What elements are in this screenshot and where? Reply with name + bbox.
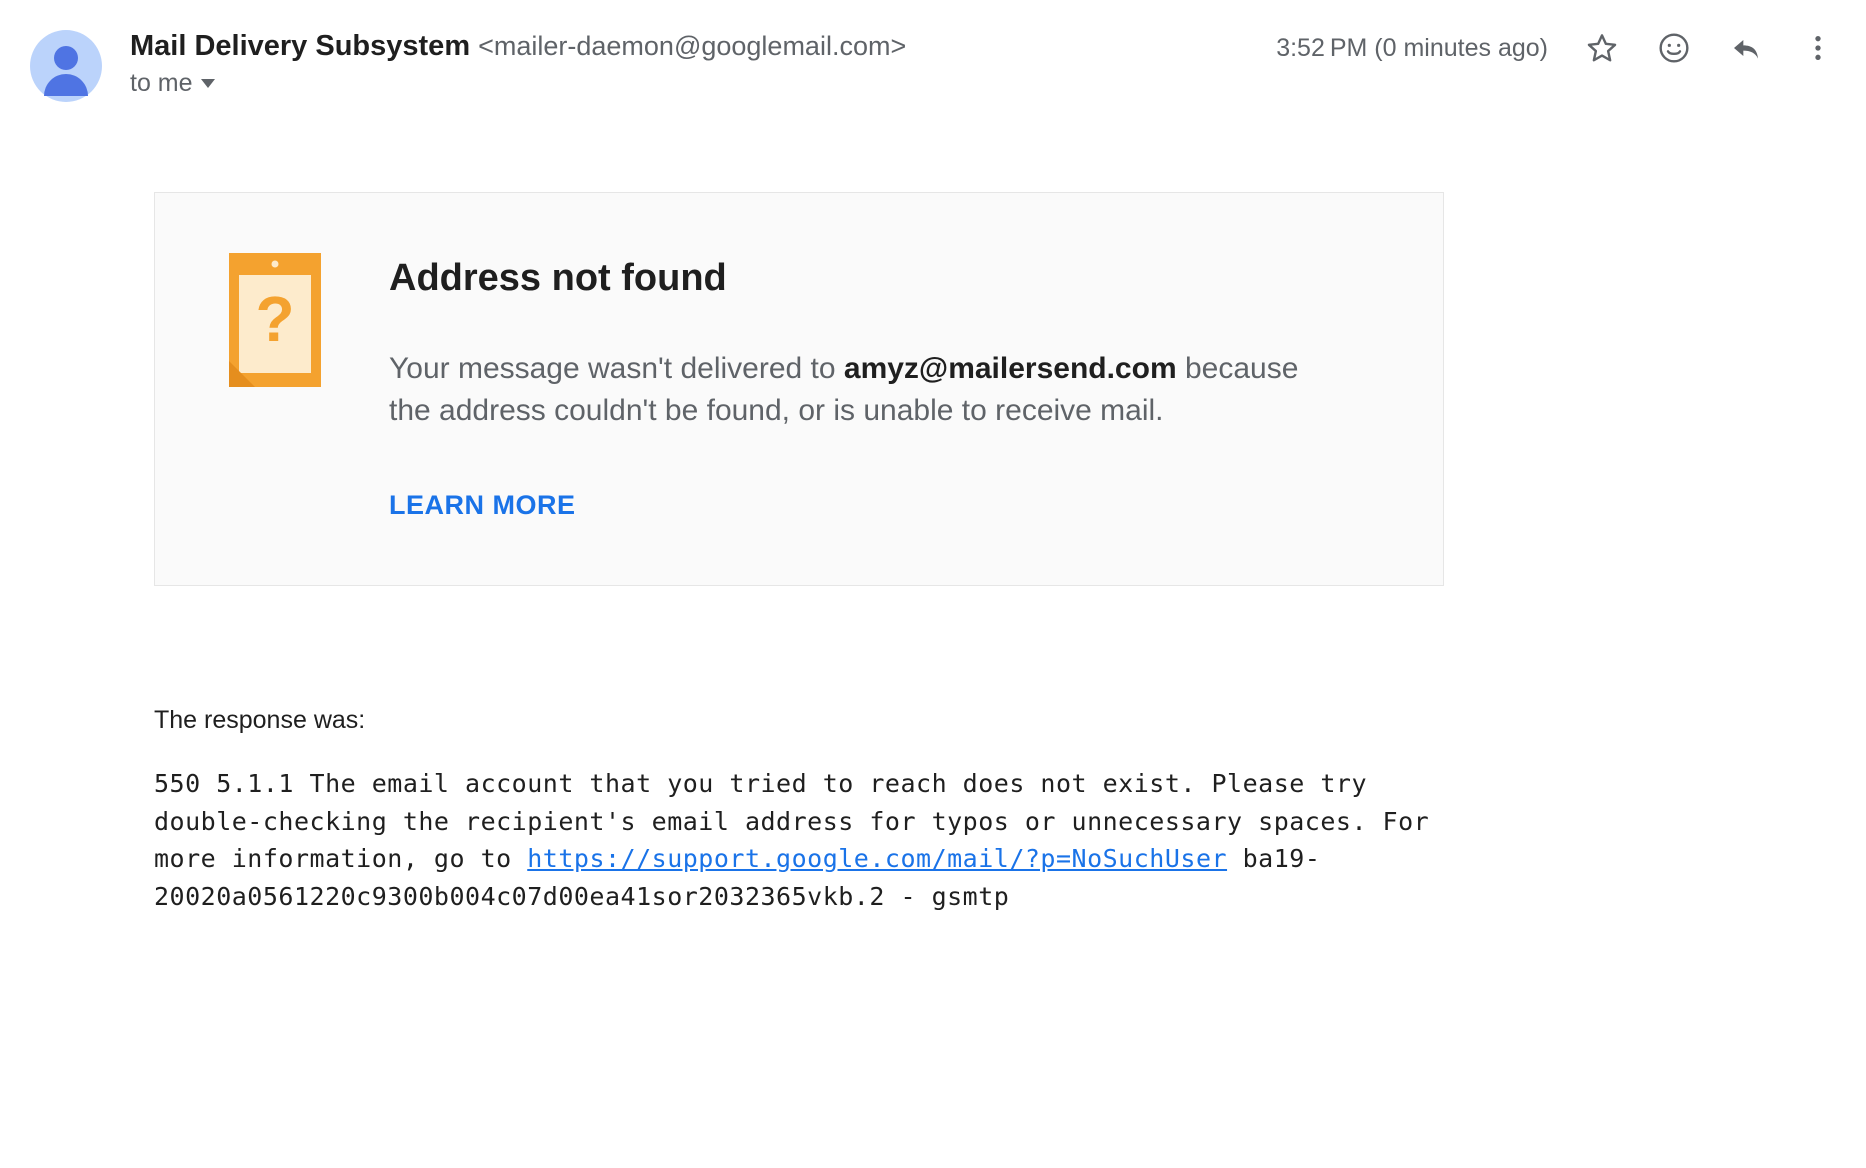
star-icon [1586,32,1618,64]
to-line-label: to me [130,69,193,98]
sender-avatar[interactable] [30,30,102,102]
learn-more-link[interactable]: LEARN MORE [389,490,576,521]
response-label: The response was: [154,706,1444,735]
response-link[interactable]: https://support.google.com/mail/?p=NoSuc… [527,844,1227,873]
bounce-description: Your message wasn't delivered to amyz@ma… [389,348,1309,432]
bounce-card: ? Address not found Your message wasn't … [154,192,1444,586]
star-button[interactable] [1584,30,1620,66]
react-button[interactable] [1656,30,1692,66]
timestamp: 3:52 PM (0 minutes ago) [1276,34,1548,63]
email-header: Mail Delivery Subsystem <mailer-daemon@g… [30,30,1836,102]
svg-text:?: ? [255,283,294,355]
question-file-icon: ? [225,253,325,393]
chevron-down-icon [201,79,215,88]
bounce-desc-before: Your message wasn't delivered to [389,352,844,385]
more-button[interactable] [1800,30,1836,66]
more-vert-icon [1802,32,1834,64]
sender-name: Mail Delivery Subsystem [130,30,470,63]
reply-icon [1730,32,1762,64]
bounce-title: Address not found [389,257,1383,300]
sender-email: <mailer-daemon@googlemail.com> [478,31,906,62]
reply-button[interactable] [1728,30,1764,66]
to-line[interactable]: to me [130,69,1252,98]
bounce-desc-address: amyz@mailersend.com [844,352,1177,385]
response-body: 550 5.1.1 The email account that you tri… [154,765,1444,915]
smiley-icon [1658,32,1690,64]
from-line: Mail Delivery Subsystem <mailer-daemon@g… [130,30,1252,63]
